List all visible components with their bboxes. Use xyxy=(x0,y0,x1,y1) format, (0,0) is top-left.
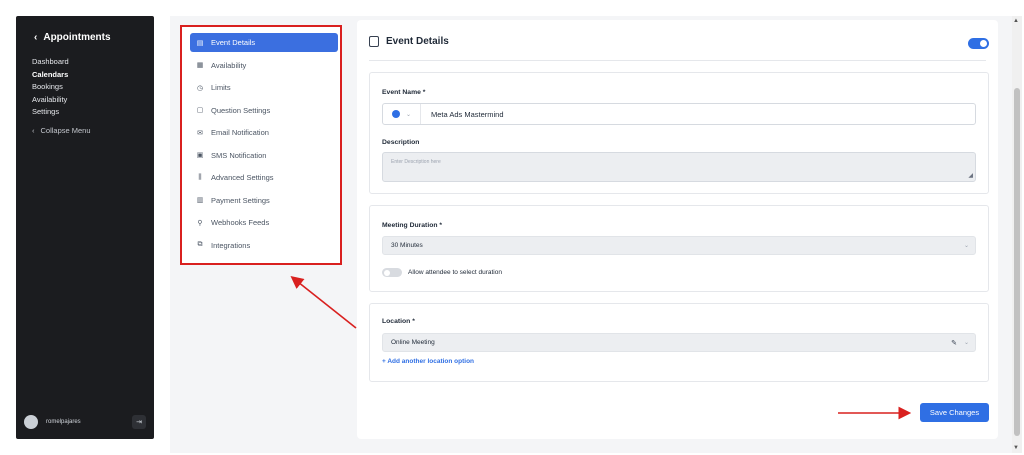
menu-item-label: Event Details xyxy=(211,38,256,47)
link-icon: ⚲ xyxy=(197,219,203,227)
menu-item-label: Email Notification xyxy=(211,128,269,137)
sidebar-nav: Dashboard Calendars Bookings Availabilit… xyxy=(32,56,69,118)
calendar-icon: ▦ xyxy=(196,62,204,69)
username: romelpajares xyxy=(46,419,81,425)
scroll-up-icon[interactable]: ▲ xyxy=(1013,18,1019,24)
menu-item-event-details[interactable]: ▤ Event Details xyxy=(190,33,338,52)
color-swatch xyxy=(391,110,400,118)
duration-section: Meeting Duration * 30 Minutes ⌄ Allow at… xyxy=(369,205,989,292)
divider xyxy=(369,60,986,61)
menu-item-label: SMS Notification xyxy=(211,150,267,160)
payment-icon: ▥ xyxy=(196,197,204,204)
logout-icon[interactable]: ⇥ xyxy=(132,415,146,429)
scrollbar-thumb[interactable] xyxy=(1014,88,1020,436)
clock-icon: ◷ xyxy=(196,84,204,92)
event-name-field[interactable]: ⌄ Meta Ads Mastermind xyxy=(382,103,976,125)
meeting-duration-select[interactable]: 30 Minutes ⌄ xyxy=(382,236,976,255)
meeting-duration-value: 30 Minutes xyxy=(391,242,423,249)
menu-item-question-settings[interactable]: ▢ Question Settings xyxy=(190,101,338,120)
menu-item-label: Availability xyxy=(211,60,247,70)
save-changes-button[interactable]: Save Changes xyxy=(920,403,989,422)
resize-handle-icon[interactable]: ◢ xyxy=(968,172,973,179)
menu-item-label: Webhooks Feeds xyxy=(211,218,270,227)
page-title: Event Details xyxy=(386,36,449,47)
event-info-section: Event Name * ⌄ Meta Ads Mastermind Descr… xyxy=(369,72,989,194)
event-enabled-toggle[interactable] xyxy=(968,38,989,49)
menu-item-payment-settings[interactable]: ▥ Payment Settings xyxy=(190,191,338,210)
chevron-left-icon: ‹ xyxy=(34,32,38,43)
menu-item-label: Integrations xyxy=(211,240,251,250)
menu-item-email-notification[interactable]: ✉ Email Notification xyxy=(190,123,338,142)
chevron-left-icon: ‹ xyxy=(32,126,35,135)
event-name-value: Meta Ads Mastermind xyxy=(431,109,504,119)
event-name-label: Event Name * xyxy=(382,89,426,96)
integrations-icon: ⧉ xyxy=(197,241,203,248)
sidebar-item-dashboard[interactable]: Dashboard xyxy=(32,56,69,68)
location-value: Online Meeting xyxy=(391,339,435,346)
sidebar-item-availability[interactable]: Availability xyxy=(32,94,69,106)
edit-icon[interactable]: ✎ xyxy=(951,339,957,347)
scroll-down-icon[interactable]: ▼ xyxy=(1013,445,1019,451)
mail-icon: ✉ xyxy=(197,129,203,137)
sidebar-title: Appointments xyxy=(43,32,111,43)
select-duration-toggle[interactable] xyxy=(382,268,402,277)
location-label: Location * xyxy=(382,318,415,325)
color-picker[interactable]: ⌄ xyxy=(383,104,421,124)
menu-item-integrations[interactable]: ⧉ Integrations xyxy=(190,236,338,255)
document-icon: ▤ xyxy=(196,39,204,47)
collapse-menu-label: Collapse Menu xyxy=(40,126,91,135)
user-profile[interactable]: romelpajares xyxy=(24,415,81,429)
meeting-duration-label: Meeting Duration * xyxy=(382,222,443,229)
event-settings-menu: ▤ Event Details ▦ Availability ◷ Limits ▢ Quest… xyxy=(180,25,342,265)
scrollbar[interactable]: ▲ ▼ xyxy=(1012,16,1022,453)
location-section: Location * Online Meeting ✎ ⌄ + Add anot… xyxy=(369,303,989,382)
sidebar-item-calendars[interactable]: Calendars xyxy=(32,69,69,81)
sms-icon: ▣ xyxy=(196,152,204,159)
chevron-down-icon: ⌄ xyxy=(405,111,412,118)
menu-item-availability[interactable]: ▦ Availability xyxy=(190,56,338,75)
menu-item-label: Question Settings xyxy=(211,105,271,115)
avatar xyxy=(24,415,38,429)
menu-item-webhooks-feeds[interactable]: ⚲ Webhooks Feeds xyxy=(190,213,338,232)
app-sidebar: ‹ Appointments Dashboard Calendars Booki… xyxy=(16,16,154,439)
location-select[interactable]: Online Meeting ✎ ⌄ xyxy=(382,333,976,352)
document-icon xyxy=(369,36,379,47)
description-label: Description xyxy=(382,139,420,146)
sliders-icon: ⫼ xyxy=(198,173,202,181)
description-field[interactable]: Enter Description here ◢ xyxy=(382,152,976,182)
add-location-link[interactable]: + Add another location option xyxy=(382,358,474,365)
sidebar-item-settings[interactable]: Settings xyxy=(32,106,69,118)
menu-item-label: Limits xyxy=(211,83,231,92)
question-icon: ▢ xyxy=(196,107,204,114)
select-duration-label: Allow attendee to select duration xyxy=(408,269,502,276)
chevron-down-icon: ⌄ xyxy=(963,340,969,346)
back-to-appointments[interactable]: ‹ Appointments xyxy=(34,32,111,43)
menu-item-sms-notification[interactable]: ▣ SMS Notification xyxy=(190,146,338,165)
sidebar-item-bookings[interactable]: Bookings xyxy=(32,81,69,93)
collapse-menu-button[interactable]: ‹ Collapse Menu xyxy=(32,126,91,135)
page-header: Event Details xyxy=(369,36,449,47)
menu-item-label: Payment Settings xyxy=(211,195,270,205)
menu-item-label: Advanced Settings xyxy=(211,173,274,182)
menu-item-advanced-settings[interactable]: ⫼ Advanced Settings xyxy=(190,168,338,187)
event-details-card: Event Details Event Name * ⌄ Meta Ads Ma… xyxy=(357,20,998,439)
chevron-down-icon: ⌄ xyxy=(963,243,969,249)
menu-item-limits[interactable]: ◷ Limits xyxy=(190,78,338,97)
description-placeholder: Enter Description here xyxy=(391,159,441,165)
